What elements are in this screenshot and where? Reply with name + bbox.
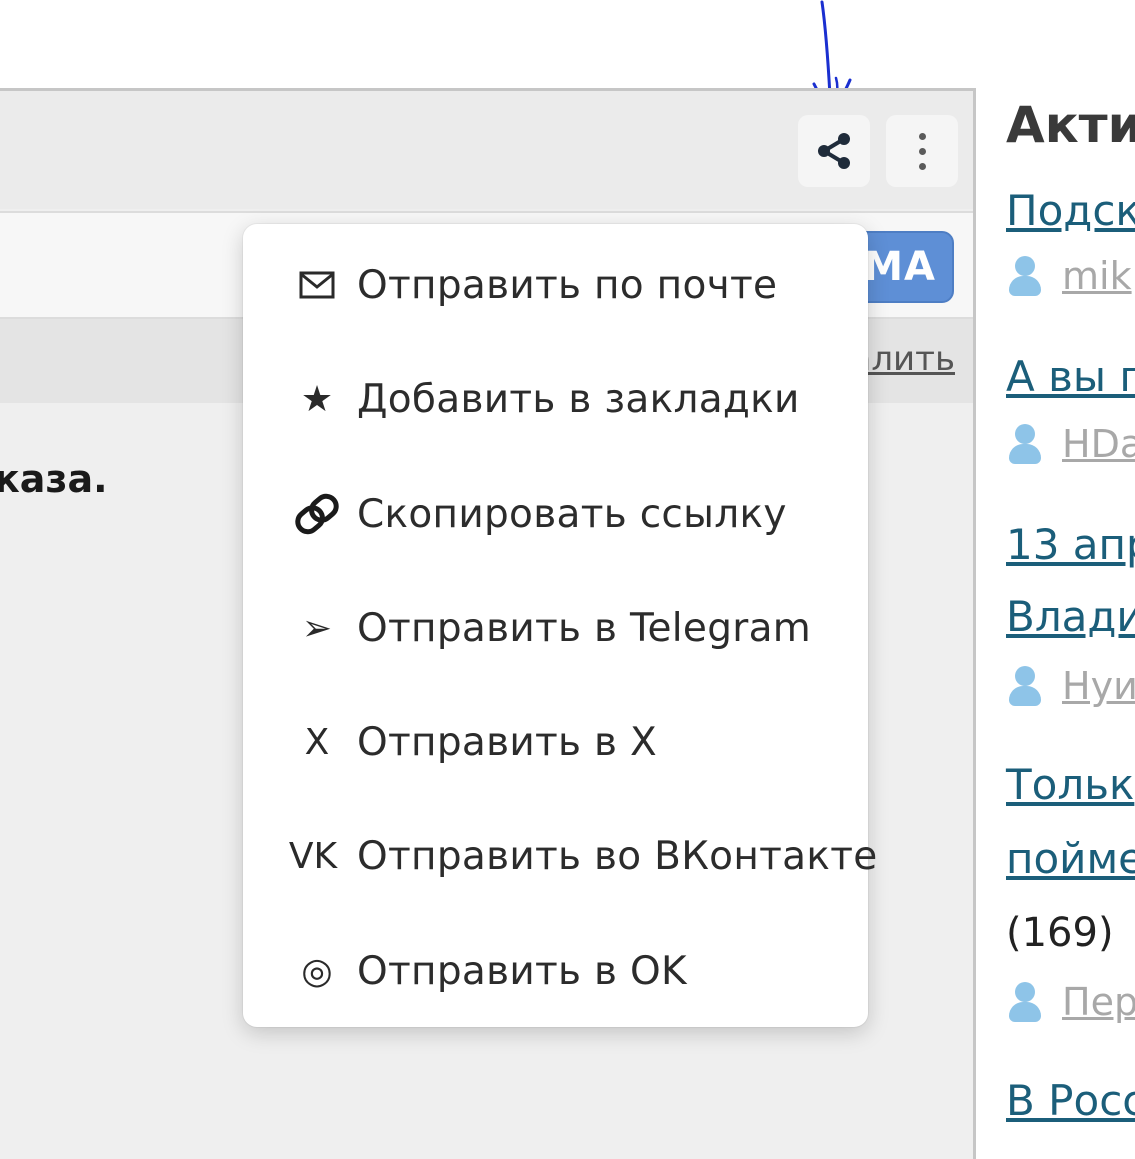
menu-item-label: Отправить в X: [357, 719, 657, 765]
post-body-text: каза.: [0, 457, 108, 501]
share-menu: Отправить по почте ★ Добавить в закладки…: [243, 224, 877, 1027]
menu-item-copy-link[interactable]: Скопировать ссылку: [243, 464, 868, 564]
sidebar-link[interactable]: Подск: [1006, 186, 1135, 235]
sidebar-link[interactable]: В Росс: [1006, 1076, 1135, 1125]
menu-item-vk[interactable]: VK Отправить во ВКонтакте: [243, 806, 877, 906]
sidebar-link[interactable]: А вы г: [1006, 352, 1135, 401]
sidebar-author: HDa: [1006, 420, 1135, 468]
link-icon: [287, 484, 347, 544]
vk-icon: VK: [288, 835, 338, 877]
sidebar-author: Нуи: [1006, 662, 1135, 710]
author-name[interactable]: Нуи: [1062, 664, 1135, 708]
menu-item-label: Отправить в Telegram: [357, 605, 812, 651]
x-icon: X: [304, 721, 330, 763]
sidebar-author: mik: [1006, 252, 1132, 300]
sidebar-link-continued[interactable]: пойме: [1006, 834, 1135, 883]
author-name[interactable]: HDa: [1062, 422, 1135, 466]
sidebar-author: Пер: [1006, 978, 1135, 1026]
menu-item-label: Отправить в OK: [357, 948, 687, 994]
user-icon: [1006, 424, 1044, 464]
star-icon: ★: [300, 378, 334, 420]
page: МА алить каза. Акти Подск mik А вы г HDa…: [0, 0, 1135, 1159]
more-vertical-icon: [918, 132, 926, 170]
post-toolbar: [0, 91, 973, 209]
author-name[interactable]: mik: [1062, 254, 1132, 298]
user-icon: [1006, 666, 1044, 706]
menu-item-telegram[interactable]: ➢ Отправить в Telegram: [243, 578, 868, 678]
share-icon: [818, 133, 850, 169]
sidebar-link[interactable]: 13 апр: [1006, 520, 1135, 569]
user-icon: [1006, 982, 1044, 1022]
menu-item-email[interactable]: Отправить по почте: [243, 235, 868, 335]
menu-item-ok[interactable]: ◎ Отправить в OK: [243, 921, 868, 1021]
more-options-button[interactable]: [886, 115, 958, 187]
comment-count: (169): [1006, 910, 1114, 956]
user-icon: [1006, 256, 1044, 296]
sidebar-link-continued[interactable]: Влади: [1006, 592, 1135, 641]
ok-icon: ◎: [301, 950, 333, 992]
mail-icon: [287, 255, 347, 315]
sidebar-link[interactable]: Тольк: [1006, 760, 1134, 809]
menu-item-label: Добавить в закладки: [357, 376, 800, 422]
telegram-arrow-icon: ➢: [301, 607, 333, 649]
menu-item-label: Скопировать ссылку: [357, 491, 787, 537]
share-button[interactable]: [798, 115, 870, 187]
menu-item-label: Отправить по почте: [357, 262, 778, 308]
sidebar: Акти Подск mik А вы г HDa 13 апр Влади Н…: [1006, 0, 1135, 1159]
author-name[interactable]: Пер: [1062, 980, 1135, 1024]
menu-item-bookmark[interactable]: ★ Добавить в закладки: [243, 349, 868, 449]
menu-item-label: Отправить во ВКонтакте: [357, 833, 878, 879]
menu-item-x[interactable]: X Отправить в X: [243, 692, 868, 792]
sidebar-title: Акти: [1006, 96, 1135, 154]
